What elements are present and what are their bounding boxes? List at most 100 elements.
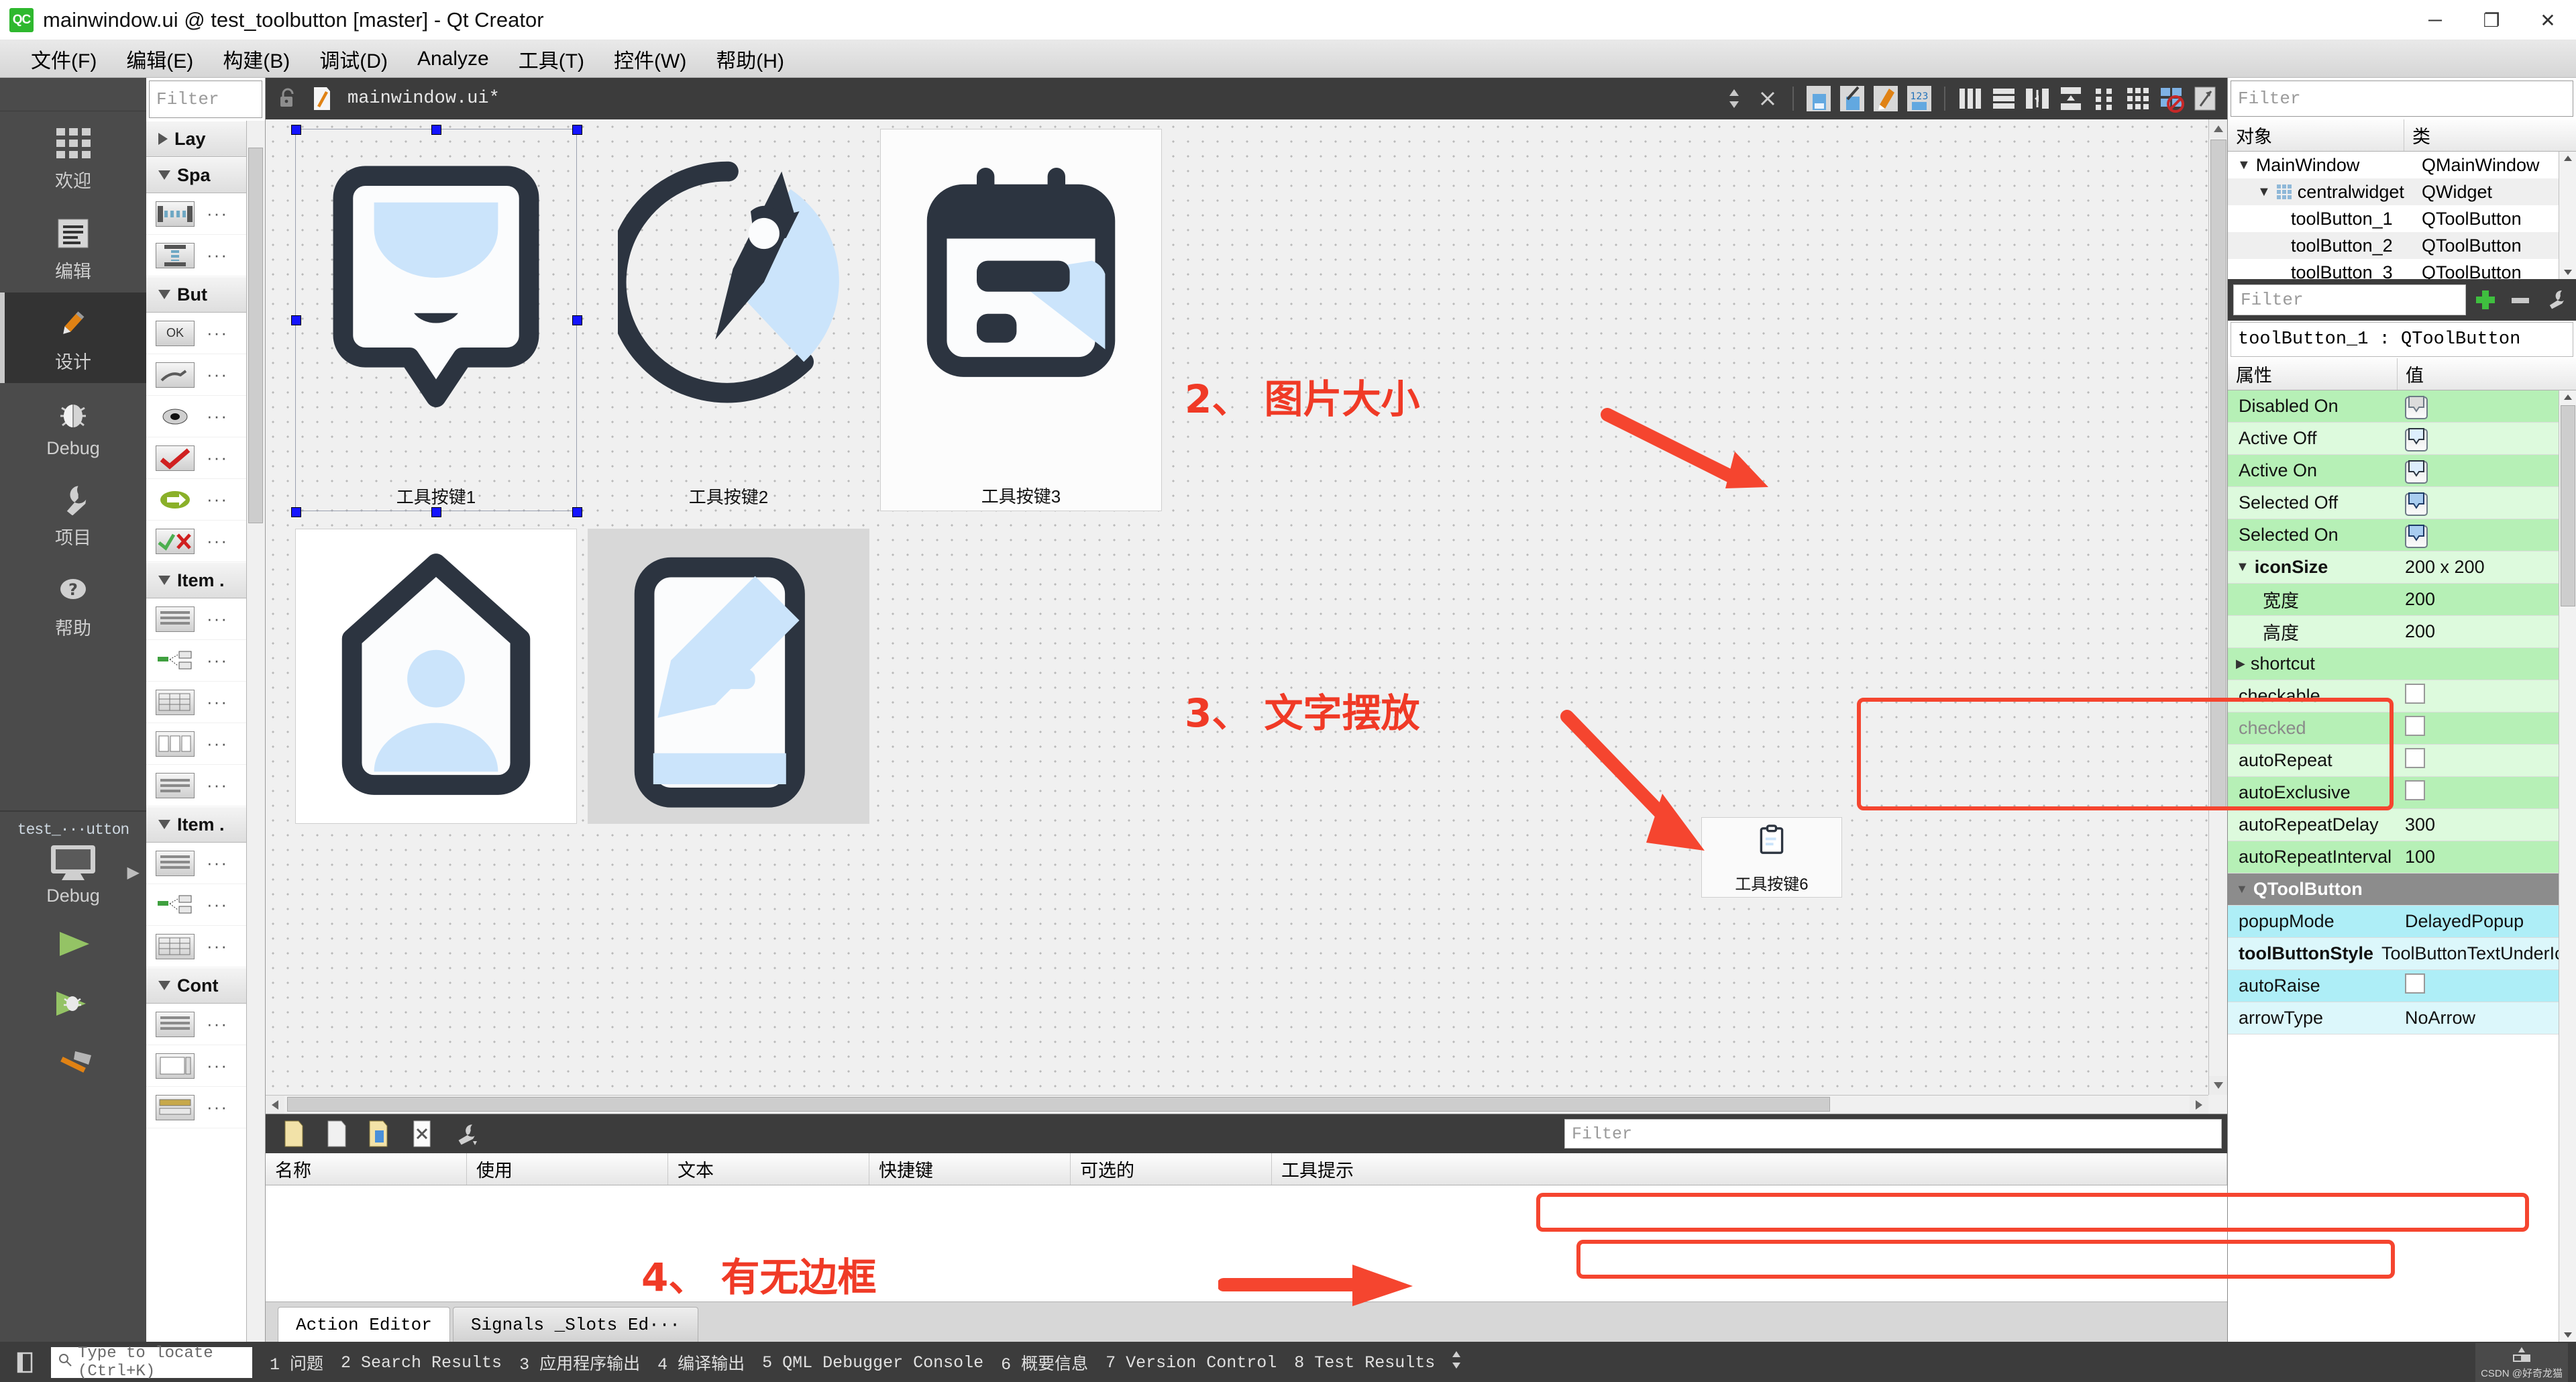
- scroll-left-arrow[interactable]: [266, 1096, 284, 1114]
- toolButton_3[interactable]: 工具按键3: [880, 129, 1162, 511]
- column-header-shortcut[interactable]: 快捷键: [869, 1153, 1071, 1185]
- plus-icon[interactable]: [2470, 284, 2501, 315]
- status-item-test-results[interactable]: 8 Test Results: [1294, 1353, 1435, 1373]
- resize-handle[interactable]: [572, 315, 582, 325]
- property-row-checkable[interactable]: checkable: [2228, 680, 2576, 712]
- status-item-qml-console[interactable]: 5 QML Debugger Console: [762, 1353, 983, 1373]
- status-item-app-output[interactable]: 3 应用程序输出: [519, 1350, 640, 1375]
- toolButton_4[interactable]: [295, 529, 577, 824]
- property-value[interactable]: [2397, 748, 2576, 773]
- property-value[interactable]: [2397, 458, 2576, 484]
- property-value[interactable]: DelayedPopup: [2397, 911, 2576, 932]
- menu-help[interactable]: 帮助(H): [701, 42, 799, 76]
- table-row[interactable]: toolButton_1 QToolButton: [2228, 205, 2576, 232]
- configure-icon[interactable]: [449, 1118, 480, 1149]
- tab-signals-slots-editor[interactable]: Signals _Slots Ed···: [452, 1307, 698, 1342]
- canvas-vertical-scrollbar[interactable]: [2208, 119, 2227, 1095]
- scrollbar-thumb[interactable]: [287, 1097, 1830, 1112]
- scrollbar-thumb[interactable]: [2210, 140, 2226, 810]
- kit-selector[interactable]: Debug ▶: [0, 840, 146, 916]
- column-header-value[interactable]: 值: [2397, 358, 2576, 390]
- scroll-down-arrow[interactable]: [2209, 1076, 2227, 1095]
- sidebar-item-debug[interactable]: Debug: [0, 383, 146, 468]
- resize-handle[interactable]: [572, 125, 582, 135]
- property-row-autoexclusive[interactable]: autoExclusive: [2228, 777, 2576, 809]
- toolButton_2[interactable]: 工具按键2: [588, 129, 869, 511]
- property-row-selected-on[interactable]: Selected On: [2228, 519, 2576, 551]
- checkbox-icon[interactable]: [2405, 780, 2425, 800]
- property-value[interactable]: 100: [2397, 847, 2576, 867]
- property-value[interactable]: [2397, 684, 2576, 708]
- resize-handle[interactable]: [291, 507, 301, 517]
- minus-icon[interactable]: [2505, 284, 2536, 315]
- resize-handle[interactable]: [431, 507, 441, 517]
- property-row-autorepeatinterval[interactable]: autoRepeatInterval 100: [2228, 841, 2576, 873]
- scrollbar-thumb[interactable]: [248, 148, 263, 523]
- sidebar-icon[interactable]: [9, 1347, 40, 1378]
- property-row-active-off[interactable]: Active Off: [2228, 423, 2576, 455]
- status-item-search-results[interactable]: 2 Search Results: [341, 1353, 502, 1373]
- property-row-active-on[interactable]: Active On: [2228, 455, 2576, 487]
- scrollbar-thumb[interactable]: [2561, 405, 2575, 606]
- property-row-toolbuttonstyle[interactable]: toolButtonStyle ToolButtonTextUnderIc…: [2228, 938, 2576, 970]
- break-layout-icon[interactable]: [2156, 83, 2187, 114]
- widgetbox-scrollbar[interactable]: [246, 121, 265, 1342]
- edit-signals-slots-icon[interactable]: [1837, 83, 1868, 114]
- scroll-down-arrow[interactable]: [2559, 1328, 2576, 1342]
- property-row-autoraise[interactable]: autoRaise: [2228, 970, 2576, 1002]
- unlock-icon[interactable]: [272, 83, 303, 114]
- layout-grid-icon[interactable]: [2123, 83, 2153, 114]
- table-row[interactable]: toolButton_2 QToolButton: [2228, 232, 2576, 259]
- canvas-horizontal-scrollbar[interactable]: [266, 1095, 2208, 1114]
- property-value[interactable]: [2397, 394, 2576, 419]
- status-item-compile-output[interactable]: 4 编译输出: [657, 1350, 745, 1375]
- property-value[interactable]: [2397, 780, 2576, 805]
- column-header-checkable[interactable]: 可选的: [1071, 1153, 1272, 1185]
- property-value[interactable]: NoArrow: [2397, 1008, 2576, 1028]
- maximize-button[interactable]: ❐: [2463, 0, 2520, 40]
- menu-file[interactable]: 文件(F): [16, 42, 111, 76]
- menu-edit[interactable]: 编辑(E): [111, 42, 208, 76]
- table-row[interactable]: ▼ centralwidget QWidget: [2228, 178, 2576, 205]
- object-tree[interactable]: ▼ MainWindow QMainWindow ▼ centralwidget…: [2228, 152, 2576, 279]
- column-header-text[interactable]: 文本: [668, 1153, 869, 1185]
- layout-splitter-h-icon[interactable]: [2022, 83, 2053, 114]
- column-header-property[interactable]: 属性: [2228, 358, 2397, 390]
- debug-button[interactable]: [0, 975, 146, 1035]
- property-list-scrollbar[interactable]: [2559, 390, 2576, 1342]
- layout-form-icon[interactable]: [2089, 83, 2120, 114]
- property-value[interactable]: 300: [2397, 814, 2576, 835]
- status-item-general-messages[interactable]: 6 概要信息: [1001, 1350, 1088, 1375]
- scroll-up-arrow[interactable]: [2559, 390, 2576, 404]
- menu-debug[interactable]: 调试(D): [305, 42, 402, 76]
- checkbox-icon[interactable]: [2405, 684, 2425, 704]
- status-item-version-control[interactable]: 7 Version Control: [1106, 1353, 1277, 1373]
- form-canvas[interactable]: 工具按键1 工具按键2 工具按键3 工具按键6 2、 图片大小 3、 文字摆放: [266, 119, 2208, 1095]
- property-row-autorepeat[interactable]: autoRepeat: [2228, 745, 2576, 777]
- property-filter-input[interactable]: Filter: [2233, 284, 2466, 315]
- property-row-autorepeatdelay[interactable]: autoRepeatDelay 300: [2228, 809, 2576, 841]
- property-value[interactable]: [2397, 426, 2576, 451]
- minimize-button[interactable]: ─: [2407, 0, 2463, 40]
- resize-handle[interactable]: [291, 315, 301, 325]
- property-value[interactable]: 200: [2397, 589, 2576, 610]
- adjust-size-icon[interactable]: [2190, 83, 2220, 114]
- edit-buddies-icon[interactable]: [1870, 83, 1901, 114]
- property-value[interactable]: ToolButtonTextUnderIc…: [2373, 943, 2576, 964]
- property-value[interactable]: 200: [2397, 621, 2576, 642]
- property-row-arrowtype[interactable]: arrowType NoArrow: [2228, 1002, 2576, 1034]
- checkbox-icon[interactable]: [2405, 748, 2425, 768]
- paste-icon[interactable]: [364, 1118, 394, 1149]
- table-row[interactable]: toolButton_3 QToolButton: [2228, 259, 2576, 280]
- action-editor-filter-input[interactable]: Filter: [1564, 1119, 2222, 1149]
- scroll-right-arrow[interactable]: [2190, 1096, 2208, 1114]
- chevron-down-icon[interactable]: ▼: [2236, 882, 2248, 896]
- column-header-tooltip[interactable]: 工具提示: [1272, 1153, 2227, 1185]
- property-row-shortcut[interactable]: ▶ shortcut: [2228, 648, 2576, 680]
- property-row-popupmode[interactable]: popupMode DelayedPopup: [2228, 906, 2576, 938]
- layout-horizontally-icon[interactable]: [1955, 83, 1986, 114]
- status-updown-icon[interactable]: [1450, 1348, 1463, 1377]
- menu-build[interactable]: 构建(B): [208, 42, 305, 76]
- property-row-disabled-on[interactable]: Disabled On: [2228, 390, 2576, 423]
- wrench-icon[interactable]: [2540, 284, 2571, 315]
